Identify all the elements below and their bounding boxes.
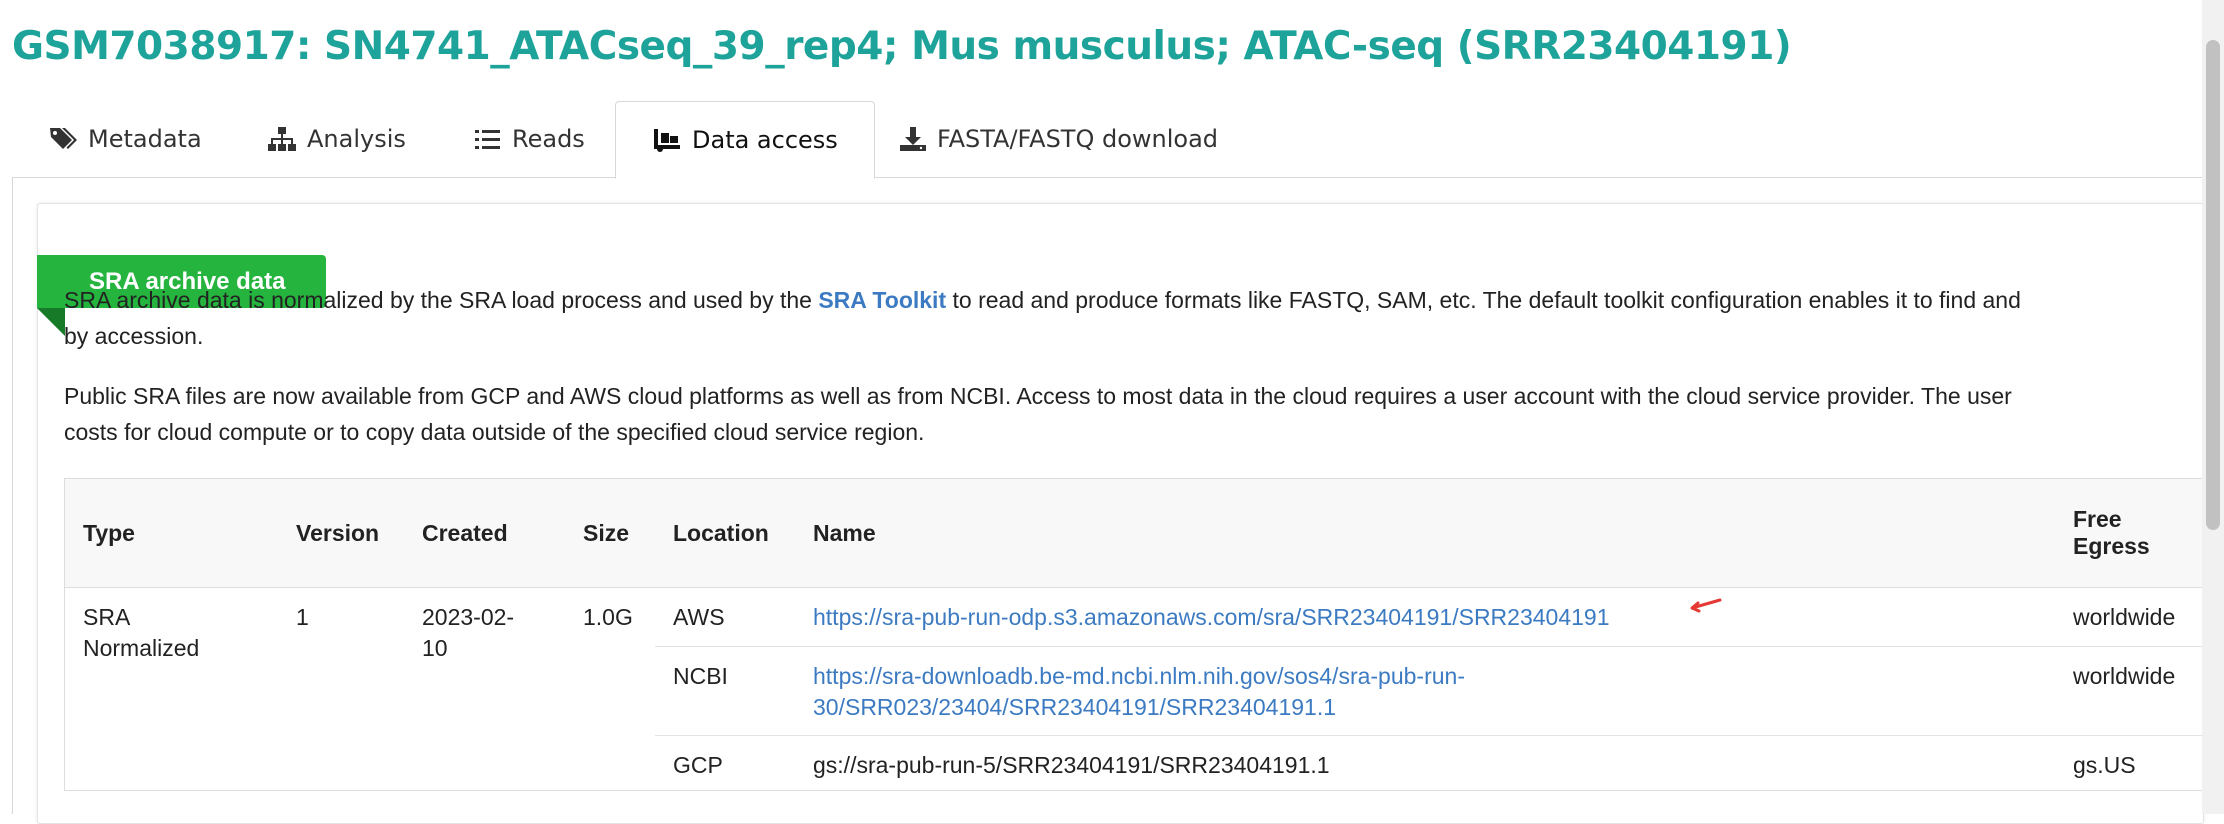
tab-label: Reads: [512, 125, 585, 153]
cell-text: 2023-02-: [422, 604, 514, 630]
tab-reads[interactable]: Reads: [474, 101, 585, 177]
version-cell: 1: [278, 588, 404, 791]
description-text: by accession.: [64, 323, 203, 349]
description-text: to read and produce formats like FASTQ, …: [946, 287, 2021, 313]
column-header-location: Location: [655, 479, 795, 588]
description-text: Public SRA files are now available from …: [64, 383, 2012, 409]
description-paragraph-1: SRA archive data is normalized by the SR…: [64, 282, 2021, 354]
column-header-name: Name: [795, 479, 2055, 588]
egress-cell: worldwide: [2055, 588, 2224, 647]
sitemap-icon: [267, 126, 297, 152]
link-text: https://sra-downloadb.be-md.ncbi.nlm.nih…: [813, 663, 1465, 689]
header-text: Free: [2073, 506, 2122, 532]
download-icon: [899, 126, 927, 152]
tab-analysis[interactable]: Analysis: [267, 101, 406, 177]
column-header-size: Size: [565, 479, 655, 588]
tab-fasta-download[interactable]: FASTA/FASTQ download: [899, 101, 1218, 177]
link-text: 30/SRR023/23404/SRR23404191/SRR23404191.…: [813, 694, 1336, 720]
red-arrow-annotation: [1686, 598, 1722, 618]
table-row: SRA Normalized 1 2023-02- 10 1.0G AWS ht…: [65, 588, 2224, 647]
size-cell: 1.0G: [565, 588, 655, 791]
tab-label: FASTA/FASTQ download: [937, 125, 1218, 153]
scrollbar-thumb[interactable]: [2206, 40, 2220, 530]
tab-label: Data access: [692, 126, 838, 154]
sra-toolkit-link[interactable]: SRA Toolkit: [818, 287, 946, 313]
column-header-type: Type: [65, 479, 279, 588]
created-cell: 2023-02- 10: [404, 588, 565, 791]
tab-metadata[interactable]: Metadata: [48, 101, 202, 177]
name-cell: gs://sra-pub-run-5/SRR23404191/SRR234041…: [795, 736, 2055, 791]
location-cell: NCBI: [655, 647, 795, 736]
egress-cell: gs.US: [2055, 736, 2224, 791]
tab-data-access[interactable]: Data access: [615, 101, 875, 179]
name-cell: https://sra-pub-run-odp.s3.amazonaws.com…: [795, 588, 2055, 647]
ncbi-download-link[interactable]: https://sra-downloadb.be-md.ncbi.nlm.nih…: [813, 663, 1465, 720]
list-icon: [474, 127, 502, 151]
location-cell: AWS: [655, 588, 795, 647]
page-title: GSM7038917: SN4741_ATACseq_39_rep4; Mus …: [12, 24, 1791, 69]
scrollbar[interactable]: [2202, 0, 2224, 814]
description-paragraph-2: Public SRA files are now available from …: [64, 378, 2012, 450]
tab-label: Analysis: [307, 125, 406, 153]
column-header-created: Created: [404, 479, 565, 588]
cell-text: SRA: [83, 604, 130, 630]
tab-bar: Metadata Analysis Reads Data access FAST…: [12, 101, 2224, 178]
egress-cell: worldwide: [2055, 647, 2224, 736]
description-text: costs for cloud compute or to copy data …: [64, 419, 924, 445]
name-cell: https://sra-downloadb.be-md.ncbi.nlm.nih…: [795, 647, 2055, 736]
column-header-free-egress: Free Egress: [2055, 479, 2224, 588]
type-cell: SRA Normalized: [65, 588, 279, 791]
ribbon-fold: [37, 308, 65, 336]
tab-label: Metadata: [88, 125, 202, 153]
cell-text: Normalized: [83, 635, 199, 661]
location-cell: GCP: [655, 736, 795, 791]
aws-download-link[interactable]: https://sra-pub-run-odp.s3.amazonaws.com…: [813, 604, 1610, 630]
dolly-icon: [652, 127, 682, 153]
header-text: Egress: [2073, 533, 2150, 559]
column-header-version: Version: [278, 479, 404, 588]
sra-files-table: Type Version Created Size Location Name …: [64, 478, 2224, 791]
table-header-row: Type Version Created Size Location Name …: [65, 479, 2224, 588]
tags-icon: [48, 126, 78, 152]
description-text: SRA archive data is normalized by the SR…: [64, 287, 818, 313]
cell-text: 10: [422, 635, 448, 661]
